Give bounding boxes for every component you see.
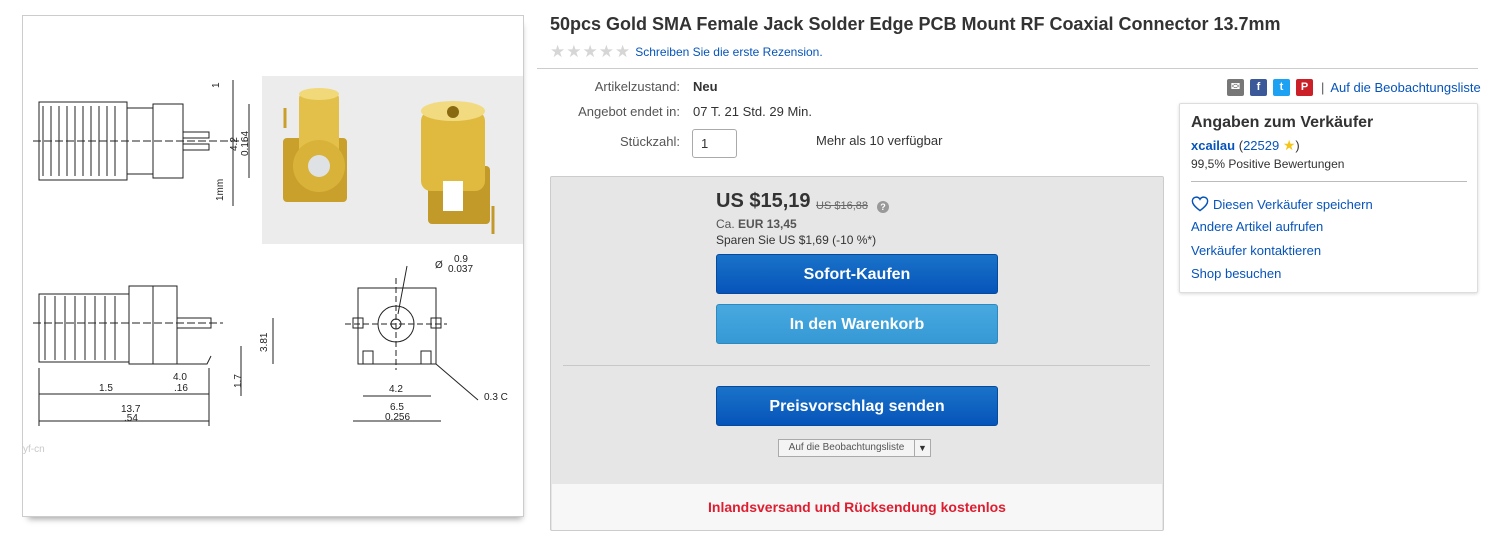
- rating-stars: ★★★★★: [550, 42, 631, 62]
- quantity-input[interactable]: [692, 129, 737, 158]
- dim-label: 0.164: [240, 131, 251, 156]
- seller-name-link[interactable]: xcailau: [1191, 138, 1235, 153]
- ends-label: Angebot endet in:: [578, 104, 680, 119]
- positive-feedback: 99,5% Positive Bewertungen: [1191, 157, 1345, 171]
- other-items-link[interactable]: Andere Artikel aufrufen: [1191, 219, 1323, 234]
- star-icon: ★: [566, 42, 582, 61]
- close-paren: ): [1295, 138, 1300, 153]
- product-title: 50pcs Gold SMA Female Jack Solder Edge P…: [550, 14, 1281, 34]
- twitter-icon[interactable]: t: [1273, 79, 1290, 96]
- availability-text: Mehr als 10 verfügbar: [816, 133, 943, 148]
- dim-label: 1: [211, 82, 222, 88]
- dim-label: 0.256: [385, 412, 410, 423]
- dim-label: 0.3 C: [484, 392, 508, 403]
- connector-technical-drawing: 1 4.2 0.164 1mm 1.5 4.0 .16 1.7 3.81 13.…: [33, 76, 523, 426]
- dim-label: 0.037: [448, 264, 473, 275]
- buy-box-divider: [563, 365, 1150, 366]
- approx-prefix: Ca.: [716, 217, 735, 231]
- dim-label: 4.0: [173, 372, 187, 383]
- dim-label: 1mm: [215, 179, 226, 201]
- heart-icon[interactable]: [1191, 196, 1209, 212]
- price: US $15,19: [716, 190, 811, 212]
- facebook-icon[interactable]: f: [1250, 79, 1267, 96]
- share-row: ✉ f t P | Auf die Beobachtungsliste: [1227, 79, 1481, 96]
- dim-label: 4.2: [389, 384, 403, 395]
- watchlist-dropdown[interactable]: Auf die Beobachtungsliste ▼: [778, 439, 931, 457]
- make-offer-button[interactable]: Preisvorschlag senden: [716, 386, 998, 426]
- ends-row: Angebot endet in: 07 T. 21 Std. 29 Min.: [550, 104, 812, 119]
- free-shipping-banner: Inlandsversand und Rücksendung kostenlos: [552, 484, 1162, 530]
- help-icon[interactable]: ?: [877, 201, 889, 213]
- approx-value: EUR 13,45: [738, 217, 797, 231]
- seller-heading: Angaben zum Verkäufer: [1191, 114, 1374, 131]
- separator: |: [1321, 80, 1325, 95]
- seller-info-box: Angaben zum Verkäufer xcailau (22529 ★) …: [1179, 103, 1478, 293]
- dim-label: Ø: [435, 260, 443, 271]
- save-seller-label[interactable]: Diesen Verkäufer speichern: [1213, 197, 1373, 212]
- star-icon: ★: [582, 42, 598, 61]
- title-divider: [537, 68, 1478, 69]
- image-watermark: yf-cn: [23, 444, 45, 455]
- feedback-score-link[interactable]: 22529: [1243, 138, 1279, 153]
- buy-now-button[interactable]: Sofort-Kaufen: [716, 254, 998, 294]
- approx-price: Ca. EUR 13,45: [716, 217, 797, 231]
- condition-label: Artikelzustand:: [594, 79, 680, 94]
- condition-row: Artikelzustand: Neu: [550, 79, 718, 94]
- dim-label: .54: [124, 413, 138, 424]
- gold-connector-right: [421, 101, 495, 234]
- dim-label: .16: [174, 383, 188, 394]
- add-to-watchlist-link[interactable]: Auf die Beobachtungsliste: [1330, 80, 1480, 95]
- seller-divider: [1191, 181, 1467, 182]
- watchlist-dropdown-label[interactable]: Auf die Beobachtungsliste: [779, 440, 915, 456]
- star-icon: ★: [615, 42, 631, 61]
- buy-box: US $15,19 US $16,88 ? Ca. EUR 13,45 Spar…: [550, 176, 1164, 531]
- visit-shop-link[interactable]: Shop besuchen: [1191, 266, 1281, 281]
- quantity-row: Stückzahl:: [550, 134, 680, 149]
- savings-text: Sparen Sie US $1,69 (-10 %*): [716, 233, 877, 247]
- star-icon: ★: [550, 42, 566, 61]
- dim-label: 1.7: [233, 374, 244, 388]
- save-seller-link[interactable]: Diesen Verkäufer speichern: [1191, 196, 1373, 212]
- condition-value: Neu: [693, 79, 718, 94]
- pinterest-icon[interactable]: P: [1296, 79, 1313, 96]
- product-image[interactable]: 1 4.2 0.164 1mm 1.5 4.0 .16 1.7 3.81 13.…: [22, 15, 524, 517]
- ends-value: 07 T. 21 Std. 29 Min.: [693, 104, 812, 119]
- write-review-link[interactable]: Schreiben Sie die erste Rezension.: [635, 45, 822, 59]
- rating-row: ★★★★★ Schreiben Sie die erste Rezension.: [550, 42, 823, 62]
- feedback-star-icon: ★: [1282, 137, 1296, 153]
- dim-label: 1.5: [99, 383, 113, 394]
- add-to-cart-button[interactable]: In den Warenkorb: [716, 304, 998, 344]
- star-icon: ★: [598, 42, 614, 61]
- chevron-down-icon[interactable]: ▼: [915, 440, 930, 456]
- dim-label: 4.2: [229, 137, 240, 151]
- dim-label: 3.81: [259, 332, 270, 352]
- contact-seller-link[interactable]: Verkäufer kontaktieren: [1191, 243, 1321, 258]
- seller-line: xcailau (22529 ★): [1191, 137, 1300, 154]
- original-price: US $16,88: [816, 200, 868, 212]
- mail-icon[interactable]: ✉: [1227, 79, 1244, 96]
- quantity-label: Stückzahl:: [620, 134, 680, 149]
